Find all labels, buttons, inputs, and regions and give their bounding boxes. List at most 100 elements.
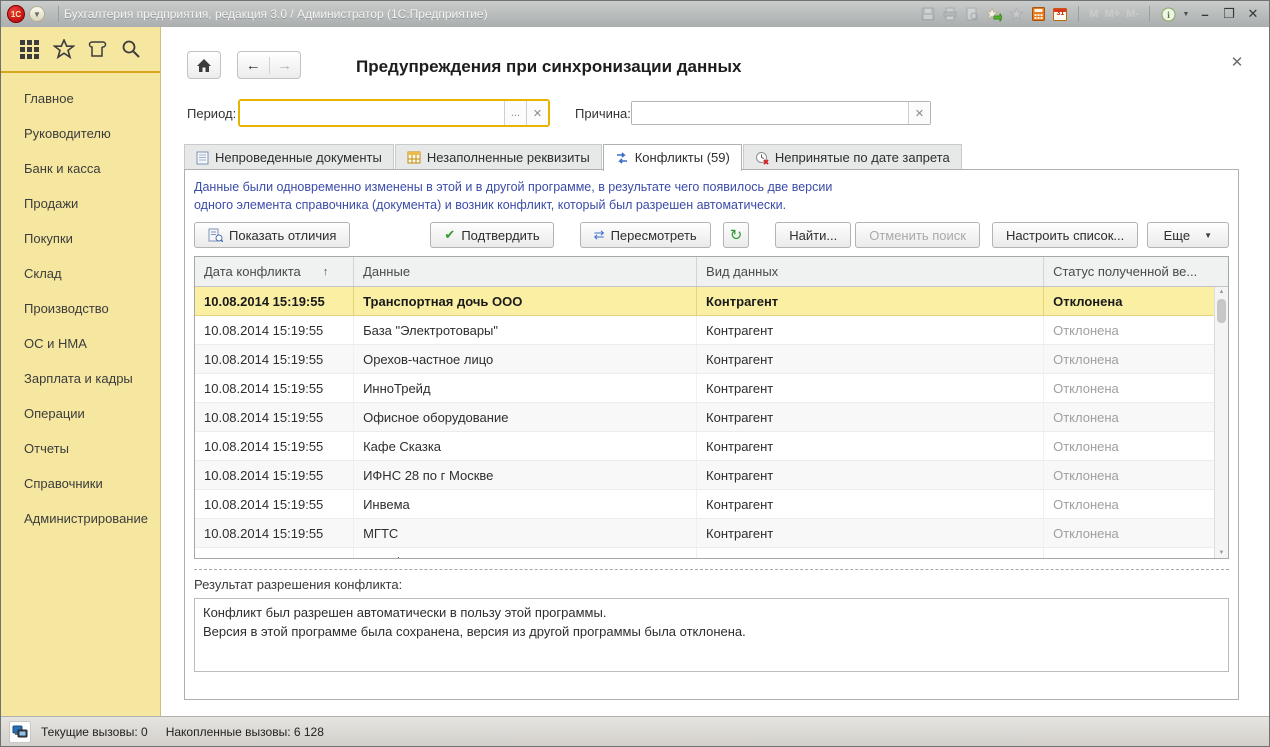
info-icon[interactable]: i <box>1159 5 1177 23</box>
column-header-date[interactable]: Дата конфликта ↑ <box>195 257 354 286</box>
titlebar: 1С ▼ Бухгалтерия предприятия, редакция 3… <box>1 1 1269 27</box>
conflict-arrows-icon <box>615 151 629 165</box>
accumulated-calls: Накопленные вызовы: 6 128 <box>166 725 324 739</box>
tab-непроведенные-документы[interactable]: Непроведенные документы <box>184 144 394 170</box>
print-icon[interactable] <box>941 5 959 23</box>
calculator-icon[interactable] <box>1029 5 1047 23</box>
table-row[interactable]: 10.08.2014 15:19:55 Кафе Сказка Контраге… <box>195 432 1228 461</box>
titlebar-divider <box>1149 6 1150 22</box>
sidebar-item-покупки[interactable]: Покупки <box>1 221 160 256</box>
period-input[interactable] <box>240 101 504 125</box>
find-button[interactable]: Найти... <box>775 222 851 248</box>
tab-bar: Непроведенные документы Незаполненные ре… <box>184 143 1239 170</box>
chevron-down-icon: ▼ <box>1204 231 1212 240</box>
scrollbar-thumb[interactable] <box>1217 299 1226 323</box>
sections-menu-icon[interactable] <box>18 37 42 61</box>
tab-незаполненные-реквизиты[interactable]: Незаполненные реквизиты <box>395 144 602 170</box>
period-more-button[interactable]: ... <box>504 101 526 125</box>
favorites-icon[interactable] <box>1007 5 1025 23</box>
table-row[interactable]: 10.08.2014 15:19:55 Аэрофлот Контрагент … <box>195 548 1228 559</box>
history-icon[interactable] <box>85 37 109 61</box>
result-text: Конфликт был разрешен автоматически в по… <box>194 598 1229 672</box>
page-title: Предупреждения при синхронизации данных <box>356 57 742 77</box>
back-button[interactable]: ← <box>238 57 270 74</box>
reason-input[interactable] <box>632 102 908 124</box>
system-menu-button[interactable]: ▼ <box>29 6 45 22</box>
content-area: ← → Предупреждения при синхронизации дан… <box>161 27 1269 716</box>
search-icon[interactable] <box>119 37 143 61</box>
result-label: Результат разрешения конфликта: <box>194 577 1229 592</box>
home-button[interactable] <box>187 51 221 79</box>
cancel-search-button[interactable]: Отменить поиск <box>855 222 980 248</box>
maximize-button[interactable]: ❒ <box>1219 5 1239 23</box>
confirm-button[interactable]: ✔ Подтвердить <box>430 222 553 248</box>
tab-непринятые-по-дате-запрета[interactable]: Непринятые по дате запрета <box>743 144 962 170</box>
check-icon: ✔ <box>444 227 455 243</box>
reason-clear-button[interactable]: ✕ <box>908 102 930 124</box>
column-header-kind[interactable]: Вид данных <box>697 257 1044 286</box>
calendar-icon[interactable]: 31 <box>1051 5 1069 23</box>
table-row[interactable]: 10.08.2014 15:19:55 Орехов-частное лицо … <box>195 345 1228 374</box>
sidebar-item-главное[interactable]: Главное <box>1 81 160 116</box>
period-clear-button[interactable]: ✕ <box>526 101 548 125</box>
sidebar: ГлавноеРуководителюБанк и кассаПродажиПо… <box>1 27 161 716</box>
titlebar-divider <box>58 6 59 22</box>
show-differences-button[interactable]: Показать отличия <box>194 222 350 248</box>
sidebar-item-производство[interactable]: Производство <box>1 291 160 326</box>
memory-recall-button[interactable]: M <box>1088 8 1099 20</box>
period-label: Период: <box>187 106 236 121</box>
sidebar-item-зарплата-и-кадры[interactable]: Зарплата и кадры <box>1 361 160 396</box>
sidebar-item-ос-и-нма[interactable]: ОС и НМА <box>1 326 160 361</box>
close-window-button[interactable]: ✕ <box>1243 5 1263 23</box>
configure-list-button[interactable]: Настроить список... <box>992 222 1138 248</box>
table-row[interactable]: 10.08.2014 15:19:55 МГТС Контрагент Откл… <box>195 519 1228 548</box>
column-header-status[interactable]: Статус полученной ве... <box>1044 257 1228 286</box>
memory-plus-button[interactable]: M+ <box>1104 8 1122 20</box>
table-row[interactable]: 10.08.2014 15:19:55 Инвема Контрагент От… <box>195 490 1228 519</box>
minimize-button[interactable]: – <box>1195 5 1215 23</box>
close-form-button[interactable]: ✕ <box>1227 53 1247 73</box>
status-bar: Текущие вызовы: 0 Накопленные вызовы: 6 … <box>1 716 1269 746</box>
refresh-button[interactable]: ↻ <box>723 222 750 248</box>
table-row[interactable]: 10.08.2014 15:19:55 База "Электротовары"… <box>195 316 1228 345</box>
info-dropdown-icon[interactable]: ▼ <box>1181 5 1191 23</box>
reason-label: Причина: <box>575 106 631 121</box>
titlebar-divider <box>1078 6 1079 22</box>
history-nav-buttons: ← → <box>237 51 301 79</box>
sidebar-item-склад[interactable]: Склад <box>1 256 160 291</box>
conflicts-description: Данные были одновременно изменены в этой… <box>194 178 1229 214</box>
scroll-down-icon[interactable]: ▼ <box>1215 550 1228 556</box>
review-button[interactable]: ⇄ Пересмотреть <box>580 222 711 248</box>
table-row[interactable]: 10.08.2014 15:19:55 Транспортная дочь ОО… <box>195 287 1228 316</box>
table-row[interactable]: 10.08.2014 15:19:55 ИФНС 28 по г Москве … <box>195 461 1228 490</box>
sidebar-item-администрирование[interactable]: Администрирование <box>1 501 160 536</box>
sidebar-item-справочники[interactable]: Справочники <box>1 466 160 501</box>
conflicts-panel: Данные были одновременно изменены в этой… <box>184 169 1239 700</box>
favorites-star-icon[interactable] <box>52 37 76 61</box>
sections-menu: ГлавноеРуководителюБанк и кассаПродажиПо… <box>1 73 160 536</box>
table-row[interactable]: 10.08.2014 15:19:55 Офисное оборудование… <box>195 403 1228 432</box>
clock-forbidden-icon <box>755 151 769 165</box>
tab-конфликты-59-[interactable]: Конфликты (59) <box>603 144 742 171</box>
add-favorite-icon[interactable] <box>985 5 1003 23</box>
server-calls-icon[interactable] <box>9 721 31 743</box>
sidebar-item-отчеты[interactable]: Отчеты <box>1 431 160 466</box>
sidebar-item-банк-и-касса[interactable]: Банк и касса <box>1 151 160 186</box>
column-header-data[interactable]: Данные <box>354 257 697 286</box>
reason-field-group: ✕ <box>631 101 931 125</box>
splitter[interactable] <box>194 569 1229 570</box>
scroll-up-icon[interactable]: ▲ <box>1215 289 1228 295</box>
print-preview-icon[interactable] <box>963 5 981 23</box>
table-row[interactable]: 10.08.2014 15:19:55 ИнноТрейд Контрагент… <box>195 374 1228 403</box>
diff-icon <box>208 228 223 242</box>
forward-button[interactable]: → <box>270 57 301 74</box>
more-actions-button[interactable]: Еще ▼ <box>1147 222 1229 248</box>
memory-minus-button[interactable]: M- <box>1125 8 1140 20</box>
conflicts-table-body: 10.08.2014 15:19:55 Транспортная дочь ОО… <box>195 287 1228 559</box>
sidebar-item-операции[interactable]: Операции <box>1 396 160 431</box>
sidebar-item-продажи[interactable]: Продажи <box>1 186 160 221</box>
sidebar-item-руководителю[interactable]: Руководителю <box>1 116 160 151</box>
save-icon[interactable] <box>919 5 937 23</box>
table-scrollbar[interactable]: ▲ ▼ <box>1214 287 1228 558</box>
refresh-icon: ↻ <box>730 226 743 244</box>
